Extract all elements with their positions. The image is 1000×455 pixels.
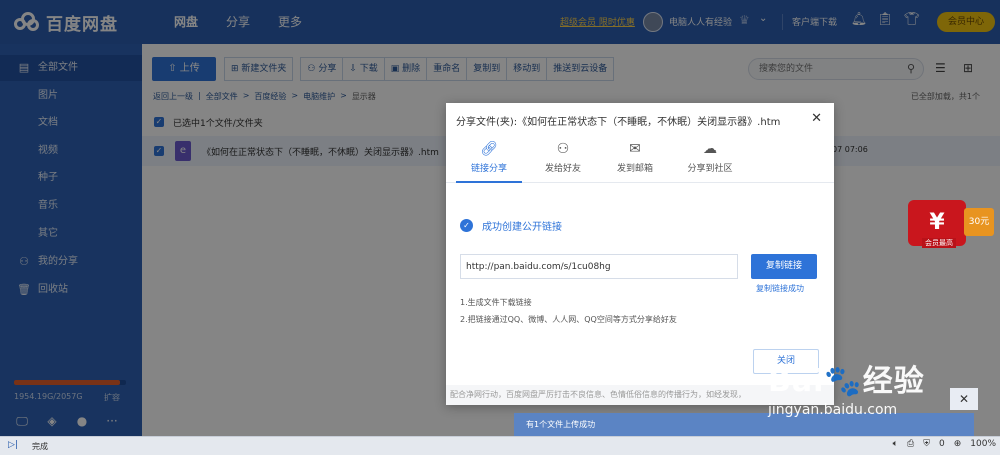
tab-link-share[interactable]: 🔗︎ 链接分享 bbox=[453, 141, 525, 174]
tab-label: 发给好友 bbox=[544, 164, 581, 174]
zoom-level[interactable]: 100% bbox=[970, 439, 996, 449]
tab-label: 链接分享 bbox=[470, 164, 507, 174]
success-message: ✓ 成功创建公开链接 bbox=[460, 218, 562, 233]
watermark: Bai🐾经验 jingyan.baidu.com bbox=[768, 356, 925, 418]
share-tips: 1.生成文件下载链接 2.把链接通过QQ、微博、人人网、QQ空间等方式分享给好友 bbox=[460, 294, 677, 328]
dialog-title: 分享文件(夹):《如何在正常状态下（不睡眠，不休眠）关闭显示器》.htm bbox=[456, 117, 781, 128]
share-link-field[interactable] bbox=[460, 254, 738, 279]
watermark-url: jingyan.baidu.com bbox=[768, 402, 898, 418]
status-right: 🔈︎ ⎙ ⛨ 0 ⊕ 100% bbox=[893, 439, 996, 449]
community-icon: ☁︎ bbox=[703, 141, 717, 157]
share-tabs: 🔗︎ 链接分享 ⚇ 发给好友 ✉︎ 发到邮箱 ☁︎ 分享到社区 bbox=[446, 135, 834, 183]
active-tab-indicator bbox=[456, 181, 522, 183]
shield-icon[interactable]: ⛨ bbox=[923, 439, 930, 449]
upload-notice: 有1个文件上传成功 bbox=[514, 413, 974, 436]
close-icon[interactable]: ✕ bbox=[811, 111, 822, 126]
status-bar: ▷| 完成 🔈︎ ⎙ ⛨ 0 ⊕ 100% bbox=[0, 436, 1000, 455]
copy-link-button[interactable]: 复制链接 bbox=[751, 254, 817, 279]
checkmark-icon: ✓ bbox=[460, 219, 473, 232]
copy-success-text: 复制链接成功 bbox=[756, 284, 804, 293]
speaker-icon[interactable]: 🔈︎ bbox=[893, 439, 898, 449]
tab-label: 分享到社区 bbox=[687, 164, 733, 174]
friends-icon: ⚇ bbox=[556, 141, 570, 157]
play-icon[interactable]: ▷| bbox=[8, 440, 18, 450]
link-icon: 🔗︎ bbox=[480, 141, 498, 157]
watermark-logo: Bai🐾经验 bbox=[768, 364, 925, 399]
promo-tag: 30元 bbox=[964, 208, 994, 236]
zoom-icon[interactable]: ⊕ bbox=[954, 439, 962, 449]
app-window: 百度网盘 网盘 分享 更多 超级会员 限时优惠 电脑人人有经验 ♛ ⌄ 客户端下… bbox=[0, 0, 1000, 455]
count-label: 0 bbox=[938, 439, 945, 449]
tab-share-community[interactable]: ☁︎ 分享到社区 bbox=[674, 141, 746, 174]
mail-icon: ✉︎ bbox=[629, 141, 641, 157]
tab-label: 发到邮箱 bbox=[616, 164, 653, 174]
tab-send-email[interactable]: ✉︎ 发到邮箱 bbox=[599, 141, 671, 174]
notice-close-icon[interactable]: ✕ bbox=[950, 388, 978, 410]
print-icon[interactable]: ⎙ bbox=[907, 439, 914, 449]
status-text: 完成 bbox=[32, 442, 48, 451]
tip-line: 1.生成文件下载链接 bbox=[460, 298, 532, 307]
tab-send-friend[interactable]: ⚇ 发给好友 bbox=[527, 141, 599, 174]
tip-line: 2.把链接通过QQ、微博、人人网、QQ空间等方式分享给好友 bbox=[460, 315, 677, 324]
success-text: 成功创建公开链接 bbox=[482, 222, 562, 233]
promo-sub: 会员最高 bbox=[922, 238, 956, 248]
promo-badge[interactable]: ¥ 30元 会员最高 bbox=[908, 196, 996, 256]
